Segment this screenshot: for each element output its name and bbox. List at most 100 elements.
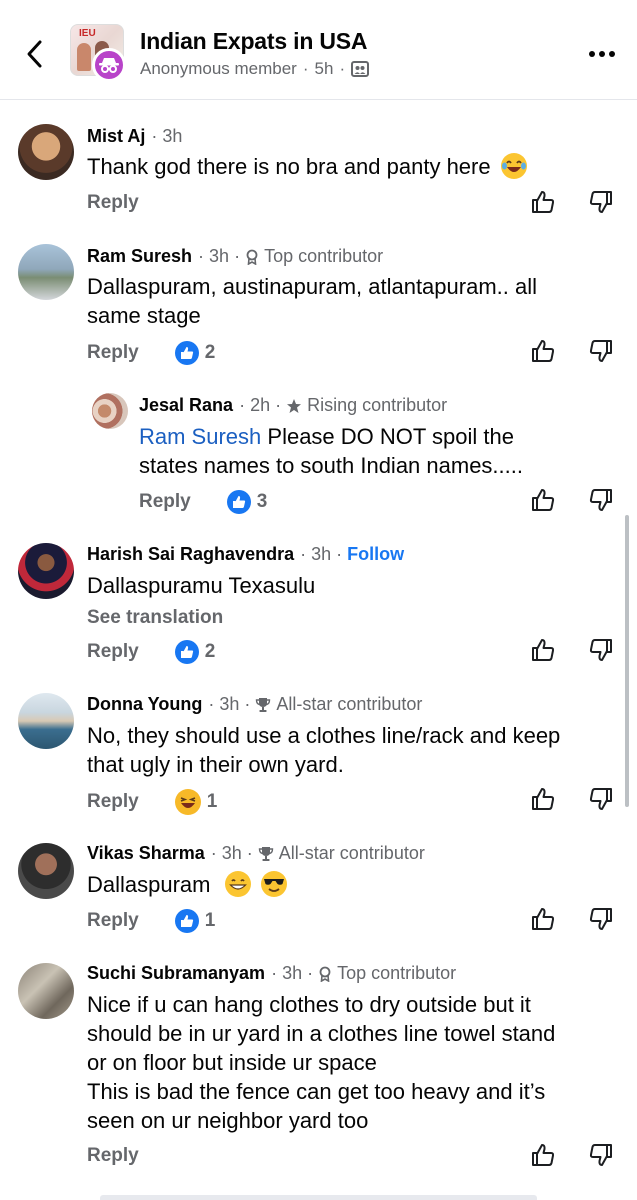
upvote-button[interactable]: [528, 635, 558, 665]
group-logo-text: IEU: [79, 28, 96, 39]
reply-button[interactable]: Reply: [87, 791, 139, 813]
comment-time: 2h: [250, 395, 271, 415]
comment-text: Thank god there is no bra and panty here: [87, 154, 491, 179]
contributor-badge: Top contributor: [264, 246, 384, 266]
downvote-button[interactable]: [586, 485, 616, 515]
avatar[interactable]: [18, 843, 74, 899]
haha-reaction-icon: [174, 789, 201, 815]
downvote-button[interactable]: [586, 784, 616, 814]
commenter-name[interactable]: Suchi Subramanyam: [87, 963, 265, 984]
group-title[interactable]: Indian Expats in USA: [140, 28, 368, 55]
thumbs-up-outline-icon: [532, 191, 555, 213]
reaction-summary[interactable]: 3: [226, 490, 268, 514]
avatar[interactable]: [92, 393, 128, 429]
laughing-tears-emoji: [500, 153, 527, 179]
thumbs-down-outline-icon: [589, 1144, 612, 1166]
commenter-name[interactable]: Ram Suresh: [87, 246, 192, 267]
comment-text-line: Dallaspuram, austinapuram, atlantapuram.…: [87, 274, 538, 299]
like-reaction-icon: [174, 909, 199, 933]
comment-time: 3h: [209, 246, 230, 266]
avatar[interactable]: [18, 963, 74, 1019]
chevron-left-icon: [27, 40, 42, 68]
reaction-summary[interactable]: 2: [174, 341, 215, 365]
post-time: 5h: [314, 59, 334, 78]
comment-composer-edge: [100, 1195, 537, 1200]
comment-text-line: states names to south Indian names.....: [139, 453, 523, 478]
sunglasses-emoji: [260, 871, 287, 897]
thumbs-down-outline-icon: [589, 340, 612, 362]
reaction-count: 3: [256, 491, 268, 512]
comment-text: Dallaspuramu Texasulu: [87, 573, 316, 598]
see-translation-link[interactable]: See translation: [87, 607, 223, 629]
upvote-button[interactable]: [528, 336, 558, 366]
reply-button[interactable]: Reply: [87, 1145, 139, 1167]
anonymous-member-icon: [92, 48, 126, 82]
contributor-badge: Rising contributor: [307, 395, 448, 415]
avatar[interactable]: [18, 124, 74, 180]
reply-button[interactable]: Reply: [87, 192, 139, 214]
commenter-name[interactable]: Vikas Sharma: [87, 843, 205, 864]
thumbs-up-outline-icon: [532, 639, 555, 661]
contributor-badge: All-star contributor: [276, 694, 423, 714]
upvote-button[interactable]: [528, 187, 558, 217]
follow-button[interactable]: Follow: [347, 544, 404, 565]
downvote-button[interactable]: [586, 187, 616, 217]
star-icon: [287, 398, 302, 413]
upvote-button[interactable]: [528, 485, 558, 515]
comment-text-line: Ram Suresh Please DO NOT spoil the: [139, 424, 514, 449]
commenter-name[interactable]: Harish Sai Raghavendra: [87, 544, 294, 565]
upvote-button[interactable]: [528, 1140, 558, 1170]
author-label: Anonymous member: [140, 59, 297, 78]
reaction-summary[interactable]: 2: [174, 640, 216, 664]
thumbs-up-outline-icon: [532, 489, 555, 511]
reply-button[interactable]: Reply: [87, 342, 139, 364]
avatar[interactable]: [18, 244, 74, 300]
upvote-button[interactable]: [528, 784, 558, 814]
commenter-name[interactable]: Mist Aj: [87, 126, 145, 147]
comment-text-line: Nice if u can hang clothes to dry outsid…: [87, 992, 531, 1017]
top-contributor-icon: [246, 249, 258, 265]
reaction-count: 1: [204, 910, 216, 931]
reply-button[interactable]: Reply: [87, 910, 139, 932]
comment-text-line: No, they should use a clothes line/rack …: [87, 723, 561, 748]
scrollbar[interactable]: [625, 515, 629, 807]
top-contributor-icon: [319, 966, 331, 982]
reaction-count: 2: [204, 641, 216, 662]
post-meta: Anonymous member · 5h ·: [140, 59, 370, 79]
avatar[interactable]: [18, 693, 74, 749]
avatar[interactable]: [18, 543, 74, 599]
reaction-summary[interactable]: 1: [174, 909, 216, 933]
group-audience-icon: [351, 61, 370, 77]
comment-text-line: that ugly in their own yard.: [87, 752, 344, 777]
comment-time: 3h: [221, 843, 242, 863]
comment-text: Dallaspuram: [87, 872, 211, 897]
like-reaction-icon: [174, 640, 199, 664]
comment-time: 3h: [311, 544, 332, 564]
comment-time: 3h: [162, 126, 183, 146]
more-options-button[interactable]: [584, 40, 620, 68]
upvote-button[interactable]: [528, 904, 558, 934]
grinning-emoji: [224, 871, 251, 897]
trophy-icon: [256, 697, 271, 712]
downvote-button[interactable]: [586, 1140, 616, 1170]
mention-link[interactable]: Ram Suresh: [139, 424, 261, 449]
downvote-button[interactable]: [586, 904, 616, 934]
like-reaction-icon: [174, 341, 199, 365]
reply-button[interactable]: Reply: [139, 491, 191, 513]
commenter-name[interactable]: Donna Young: [87, 694, 202, 715]
contributor-badge: All-star contributor: [278, 843, 425, 863]
reaction-count: 1: [206, 791, 218, 812]
thumbs-up-outline-icon: [532, 340, 555, 362]
downvote-button[interactable]: [586, 336, 616, 366]
commenter-name[interactable]: Jesal Rana: [139, 395, 233, 416]
thumbs-down-outline-icon: [589, 788, 612, 810]
thumbs-up-outline-icon: [532, 788, 555, 810]
comment-text-line: This is bad the fence can get too heavy …: [87, 1079, 546, 1104]
like-reaction-icon: [226, 490, 251, 514]
reaction-summary[interactable]: 1: [174, 789, 218, 815]
thumbs-down-outline-icon: [589, 489, 612, 511]
back-button[interactable]: [18, 34, 50, 74]
downvote-button[interactable]: [586, 635, 616, 665]
group-header: IEU Indian Expats in USA Anonymous membe…: [0, 0, 637, 100]
reply-button[interactable]: Reply: [87, 641, 139, 663]
